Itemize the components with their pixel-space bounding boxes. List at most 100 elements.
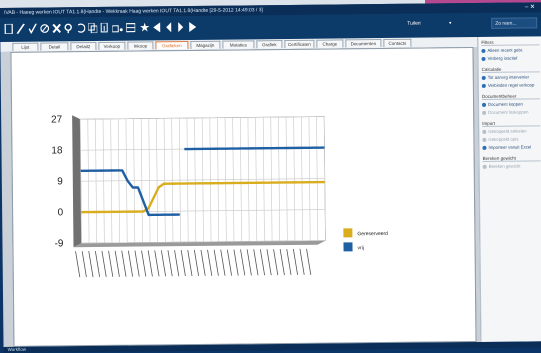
application-window: IVAB - Haeeg werken IOUT TA1.1.8(Handte … [0, 2, 541, 351]
x-tick-mark [234, 250, 238, 276]
option-icon [483, 165, 487, 169]
sidebar-item-import-1[interactable]: Gekoppeld artikelen [482, 128, 526, 133]
sidebar-item-label: Bereken gewicht [489, 164, 521, 169]
sidebar-item-doc-2[interactable]: Document loskoppen [482, 109, 528, 114]
y-tick-label: 18 [51, 145, 63, 156]
tab-mutaties[interactable]: Mutaties [222, 40, 254, 48]
legend-swatch [343, 228, 352, 237]
sidebar-item-doc-1[interactable]: Document koppen [482, 102, 523, 107]
tab-grafieken[interactable]: Grafieken [155, 41, 188, 49]
x-tick-mark [300, 249, 304, 275]
user-label[interactable]: Tuileri [407, 21, 420, 27]
sidebar-item-import-3[interactable]: Importeer vanuit Excel [482, 144, 531, 150]
x-tick-mark [201, 250, 205, 276]
x-tick-mark [247, 249, 251, 275]
chart-panel: 271890-9Gereserveerdvrij [10, 47, 476, 347]
y-tick-label: -9 [55, 238, 64, 249]
option-icon [482, 57, 486, 61]
option-icon [482, 84, 486, 88]
copy-icon[interactable] [87, 20, 98, 36]
sidebar-item-label: Document koppen [488, 102, 523, 107]
line-chart: 271890-9Gereserveerdvrij [11, 48, 475, 346]
star-icon[interactable]: ★ [139, 19, 150, 35]
edit-icon[interactable] [15, 21, 26, 37]
x-tick-mark [161, 250, 165, 276]
new-icon[interactable] [3, 21, 14, 37]
sidebar-item-label: Importeer vanuit Excel [488, 144, 531, 149]
legend-swatch [343, 242, 352, 251]
x-tick-mark [181, 250, 185, 276]
x-tick-mark [227, 250, 231, 276]
delete-icon[interactable] [51, 20, 62, 36]
x-tick-mark [267, 249, 271, 275]
search-input[interactable]: Zo reen... [491, 17, 537, 28]
sidebar-item-label: Verbinden regel verkoop [488, 82, 535, 87]
window-controls[interactable]: – ✕ [525, 2, 535, 12]
sidebar-item-calc-2[interactable]: Verbinden regel verkoop [482, 82, 535, 88]
undo-icon[interactable] [75, 20, 86, 36]
x-tick-mark [287, 249, 291, 275]
x-tick-mark [274, 249, 278, 275]
x-tick-mark [194, 250, 198, 276]
sidebar-item-recent[interactable]: Alleen recent gebr. [481, 48, 523, 53]
cancel-icon[interactable] [39, 20, 50, 36]
sidebar-item-label: Tot aanvrg intervenier [488, 74, 529, 79]
last-icon[interactable] [187, 19, 198, 35]
tab-certificaten[interactable]: Certificaten [284, 40, 314, 48]
tab-grafiek[interactable]: Grafiek [256, 40, 282, 48]
next-icon[interactable] [175, 19, 186, 35]
option-icon [482, 138, 486, 142]
tab-documenten[interactable]: Documenten [345, 39, 381, 47]
tab-verkoop[interactable]: Verkoop [98, 42, 125, 50]
tab-detail[interactable]: Detail [40, 42, 68, 50]
x-tick-mark [208, 250, 212, 276]
sidebar-item-label: Gekoppeld opts [488, 137, 518, 142]
sidebar-heading-filters: Filters [481, 39, 539, 46]
print-icon[interactable] [111, 20, 122, 36]
legend-label: vrij [358, 245, 364, 251]
y-tick-label: 0 [58, 207, 64, 218]
x-tick-mark [168, 250, 172, 276]
sidebar-heading-gewicht: Bereken gewicht [483, 155, 541, 162]
check-icon[interactable] [27, 21, 38, 37]
export-icon[interactable] [99, 20, 110, 36]
x-tick-mark [148, 250, 152, 276]
tab-lijst[interactable]: Lijst [12, 43, 38, 51]
search-icon[interactable] [63, 20, 74, 36]
sidebar-item-hide-inactive[interactable]: Verberg inactief [482, 56, 518, 61]
x-tick-mark [109, 251, 113, 277]
tab-detail2[interactable]: Detail2 [70, 42, 96, 50]
x-tick-mark [89, 251, 93, 277]
x-tick-mark [214, 250, 218, 276]
report-icon[interactable] [125, 20, 136, 36]
option-icon [482, 146, 486, 150]
sidebar-item-label: Verberg inactief [488, 56, 518, 61]
x-tick-mark [128, 251, 132, 277]
sidebar-item-import-2[interactable]: Gekoppeld opts [482, 137, 518, 142]
x-tick-mark [95, 251, 99, 277]
tab-charge[interactable]: Charge [316, 39, 343, 47]
x-tick-mark [175, 250, 179, 276]
x-tick-mark [155, 250, 159, 276]
x-tick-mark [122, 251, 126, 277]
tab-magazijn[interactable]: Magazijn [190, 41, 220, 49]
sidebar-heading-calculatie: Calculatie [482, 66, 540, 73]
sidebar-item-gewicht[interactable]: Bereken gewicht [483, 164, 521, 169]
chevron-down-icon[interactable]: ▼ [448, 20, 452, 25]
option-icon [482, 103, 486, 107]
x-tick-mark [280, 249, 284, 275]
first-icon[interactable] [151, 19, 162, 35]
sidebar-item-label: Gekoppeld artikelen [488, 128, 526, 133]
tab-contacts[interactable]: Contacts [383, 39, 411, 47]
sidebar-heading-import: Import [482, 120, 540, 127]
x-tick-mark [260, 249, 264, 275]
tab-inkoop[interactable]: Inkoop [127, 41, 153, 49]
x-tick-mark [82, 251, 86, 277]
option-icon [482, 76, 486, 80]
sidebar: Filters Alleen recent gebr. Verberg inac… [477, 36, 541, 342]
sidebar-item-calc-1[interactable]: Tot aanvrg intervenier [482, 74, 529, 79]
series-line-vrij-segment [184, 148, 324, 149]
x-tick-mark [135, 251, 139, 277]
prev-icon[interactable] [163, 19, 174, 35]
x-tick-mark [307, 249, 311, 275]
